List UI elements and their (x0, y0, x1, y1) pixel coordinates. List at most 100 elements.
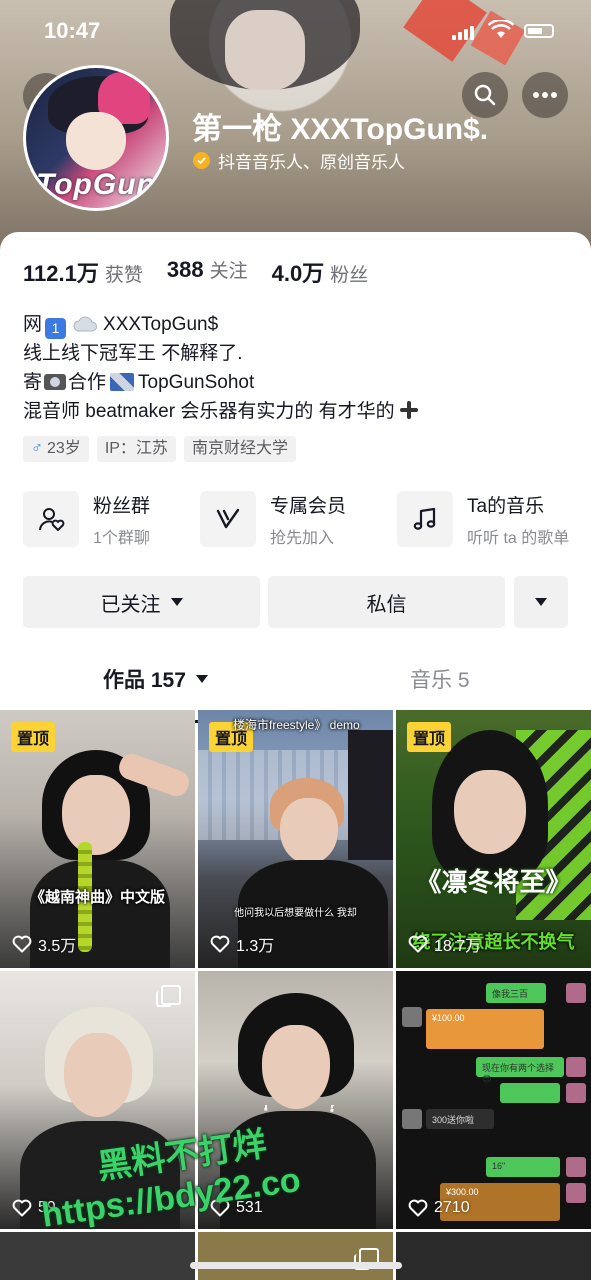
stat-following-label: 关注 (209, 261, 248, 282)
fan-group-icon (39, 508, 65, 531)
video-tile[interactable] (198, 1232, 393, 1280)
feature-title: Ta的音乐 (467, 495, 545, 517)
caret-down-icon (170, 598, 183, 606)
recommend-toggle-button[interactable] (514, 576, 568, 628)
bio-text: 寄 (23, 372, 43, 393)
video-caption: 他问我以后想要做什么 我却 (234, 908, 357, 919)
tag-school[interactable]: 南京财经大学 (183, 436, 296, 462)
more-button[interactable] (522, 72, 568, 118)
profile-stats: 112.1万 获赞 388 关注 4.0万 粉丝 (23, 256, 368, 288)
likes-count: 18.7万 (434, 938, 482, 955)
stat-followers-label: 粉丝 (330, 265, 369, 286)
heart-icon (408, 1199, 428, 1217)
video-tile[interactable] (0, 1232, 195, 1280)
heart-icon (408, 935, 428, 953)
video-tile[interactable] (396, 1232, 591, 1280)
avatar (566, 1157, 586, 1177)
likes-count: 1.3万 (236, 938, 275, 955)
bio-line: 寄 合作 TopGunSohot (23, 368, 419, 397)
stat-likes-label: 获赞 (104, 265, 143, 286)
avatar (402, 1109, 422, 1129)
video-tile[interactable]: 像我三百 ¥100.00 现在你有两个选择😎 300送你啦 16" ¥300.0… (396, 971, 591, 1229)
video-caption: 《凛冬将至》 (415, 867, 572, 897)
verification-text: 抖音音乐人、原创音乐人 (218, 153, 405, 172)
chat-bubble: 像我三百 (486, 983, 546, 1003)
feature-music[interactable]: Ta的音乐 听听 ta 的歌单 (397, 490, 569, 548)
feature-entries: 粉丝群 1个群聊 专属会员 抢先加入 Ta的音乐 听听 ta 的歌单 (23, 490, 573, 548)
feature-title: 专属会员 (270, 495, 347, 517)
feature-fan-group[interactable]: 粉丝群 1个群聊 (23, 490, 150, 548)
home-indicator[interactable] (190, 1262, 402, 1269)
video-tile[interactable]: 置顶 《凛冬将至》 绕了注意超长不换气 18.7万 (396, 710, 591, 968)
vip-icon (216, 508, 240, 529)
bio-text: 合作 (68, 372, 107, 393)
pinned-badge: 置顶 (11, 722, 56, 752)
profile-tags: ♂ 23岁 IP：江苏 南京财经大学 (23, 436, 296, 462)
multi-image-icon (156, 985, 181, 1007)
chat-voice (500, 1083, 560, 1103)
feature-subtitle: 1个群聊 (93, 529, 150, 547)
cloud-icon (73, 316, 98, 332)
tag-age: ♂ 23岁 (23, 436, 89, 462)
bio-line: 线上线下冠军王 不解释了. (23, 343, 243, 364)
avatar (566, 1083, 586, 1103)
bio-text: 网 (23, 314, 43, 335)
pinned-badge: 置顶 (407, 722, 452, 752)
bio-line: 网 1 XXXTopGun$ (23, 310, 419, 339)
followed-label: 已关注 (100, 593, 161, 616)
feature-title: 粉丝群 (93, 495, 151, 517)
profile-actions: 已关注 私信 (23, 576, 568, 628)
likes-count: 3.5万 (38, 938, 77, 955)
heart-icon (12, 935, 32, 953)
tab-music[interactable]: 音乐 5 (410, 648, 470, 710)
chat-bubble: 现在你有两个选择😎 (476, 1057, 564, 1084)
chat-bubble: 300送你啦 (426, 1109, 494, 1129)
avatar (566, 1057, 586, 1077)
feature-vip[interactable]: 专属会员 抢先加入 (200, 490, 346, 548)
bio-line: 混音师 beatmaker 会乐器有实力的 有才华的 (23, 397, 419, 426)
stat-followers[interactable]: 4.0万 粉丝 (272, 256, 369, 288)
video-top-caption: 楼海市freestyle》 demo (233, 718, 360, 732)
message-button[interactable]: 私信 (268, 576, 505, 628)
caret-down-icon (535, 598, 547, 606)
tab-music-label: 音乐 5 (410, 669, 470, 692)
feature-subtitle: 抢先加入 (270, 529, 335, 547)
video-tile[interactable]: 置顶 《越南神曲》中文版 3.5万 (0, 710, 195, 968)
chat-transfer: ¥100.00 (426, 1009, 544, 1049)
chat-voice: 16" (486, 1157, 560, 1177)
verified-check-icon (193, 152, 210, 169)
male-icon: ♂ (31, 440, 43, 457)
likes-count: 2710 (434, 1199, 470, 1216)
heart-icon (12, 1199, 32, 1217)
avatar (566, 983, 586, 1003)
camera-icon (44, 374, 67, 390)
stat-following-value: 388 (166, 257, 204, 282)
number-one-emoji: 1 (45, 318, 67, 339)
verification-label: 抖音音乐人、原创音乐人 (193, 148, 405, 173)
tab-works[interactable]: 作品 157 (103, 648, 208, 710)
tag-ip: IP：江苏 (96, 436, 176, 462)
stat-following[interactable]: 388 关注 (167, 256, 248, 288)
bio-text: XXXTopGun$ (103, 314, 219, 335)
status-time: 10:47 (44, 18, 101, 43)
heart-icon (210, 935, 230, 953)
bio-text: 混音师 beatmaker 会乐器有实力的 有才华的 (23, 401, 395, 422)
avatar-logo: TopGun (36, 168, 156, 201)
stat-followers-value: 4.0万 (271, 261, 325, 286)
feature-subtitle: 听听 ta 的歌单 (467, 529, 570, 547)
satellite-icon (110, 373, 135, 391)
avatar (402, 1007, 422, 1027)
battery-icon (524, 24, 554, 38)
stat-likes[interactable]: 112.1万 获赞 (23, 256, 143, 288)
wifi-icon (488, 20, 514, 38)
followed-button[interactable]: 已关注 (23, 576, 260, 628)
video-tile[interactable]: 置顶 楼海市freestyle》 demo 他问我以后想要做什么 我却 1.3万 (198, 710, 393, 968)
bio-text: TopGunSohot (138, 372, 255, 393)
avatar[interactable]: TopGun (23, 65, 169, 211)
tab-works-label: 作品 157 (103, 669, 186, 692)
status-bar: 10:47 (0, 0, 591, 60)
video-likes: 3.5万 (12, 932, 76, 956)
content-tabs: 作品 157 音乐 5 (0, 648, 591, 723)
message-label: 私信 (366, 593, 407, 616)
stat-likes-value: 112.1万 (23, 261, 99, 286)
